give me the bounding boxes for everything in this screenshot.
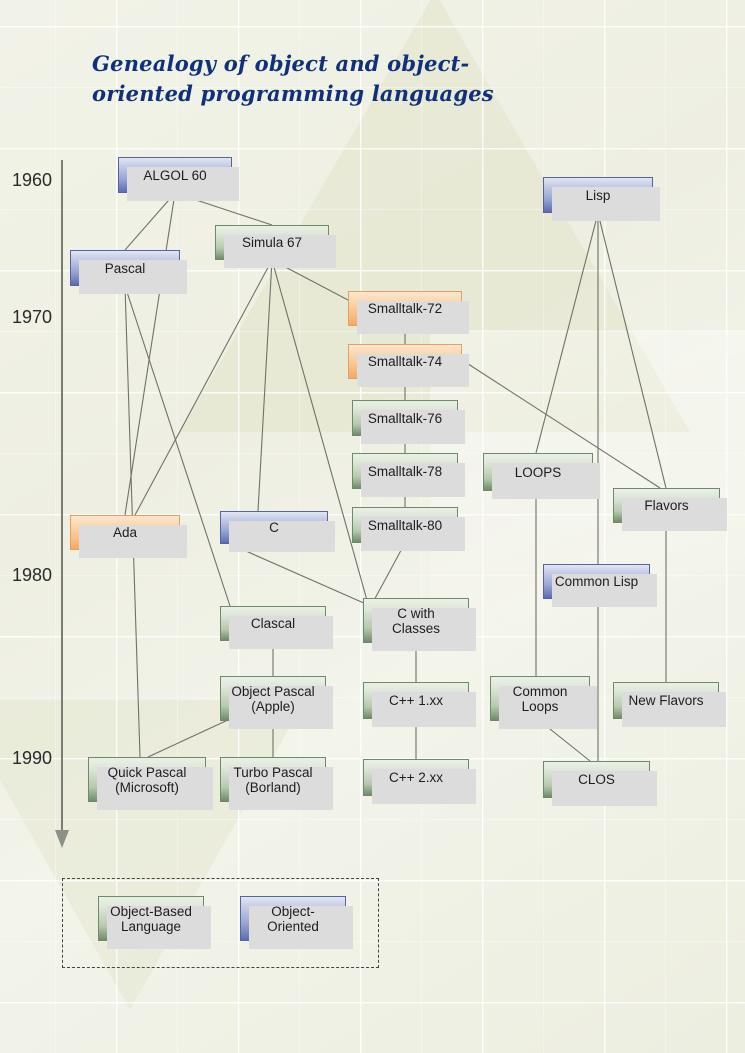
node-label: Quick Pascal (Microsoft): [107, 764, 187, 795]
edge-simula67-to-ada: [134, 259, 273, 516]
node-commonloops[interactable]: Common Loops: [490, 676, 597, 729]
node-label: New Flavors: [628, 693, 704, 708]
node-smalltalk80[interactable]: Smalltalk-80: [352, 507, 465, 551]
box-shadow: [229, 521, 335, 552]
node-label: Smalltalk-72: [367, 301, 443, 316]
node-c[interactable]: C: [220, 511, 335, 552]
node-ada[interactable]: Ada: [70, 515, 187, 558]
node-label: Flavors: [644, 498, 689, 513]
node-smalltalk76[interactable]: Smalltalk-76: [352, 400, 465, 444]
node-label: Turbo Pascal (Borland): [233, 764, 313, 795]
node-algol60[interactable]: ALGOL 60: [118, 157, 239, 201]
node-label: Common Loops: [512, 683, 568, 714]
node-label: C++ 1.xx: [388, 693, 444, 708]
node-label: Object- Oriented: [267, 903, 319, 934]
edge-pascal-to-clascal: [124, 285, 231, 607]
legend-item-object-oriented[interactable]: Object- Oriented: [240, 896, 353, 949]
diagram-canvas: Genealogy of object and object- oriented…: [0, 0, 745, 1053]
node-newflavors[interactable]: New Flavors: [613, 682, 726, 727]
node-label: Pascal: [104, 260, 146, 276]
node-label: C++ 2.xx: [388, 770, 444, 785]
edge-lisp-to-flavors: [597, 212, 667, 489]
node-objectpascal[interactable]: Object Pascal (Apple): [220, 676, 333, 729]
node-label: Smalltalk-80: [367, 517, 443, 533]
node-label: ALGOL 60: [143, 167, 207, 183]
node-label: Smalltalk-76: [367, 410, 443, 426]
legend-item-object-based-language[interactable]: Object-Based Language: [98, 896, 211, 949]
node-cpp2[interactable]: C++ 2.xx: [363, 759, 476, 804]
node-label: Object-Based Language: [110, 903, 192, 934]
node-flavors[interactable]: Flavors: [613, 488, 727, 531]
node-label: Object Pascal (Apple): [231, 683, 315, 714]
node-label: LOOPS: [514, 464, 562, 480]
node-cpp1[interactable]: C++ 1.xx: [363, 682, 476, 727]
node-clos[interactable]: CLOS: [543, 761, 657, 806]
edge-objectpascal-to-quickpascal: [147, 718, 231, 758]
node-lisp[interactable]: Lisp: [543, 177, 660, 221]
edge-smalltalk80-to-cwithclasses: [371, 542, 406, 605]
node-label: Clascal: [250, 616, 296, 631]
node-label: Common Lisp: [554, 574, 639, 589]
node-commonlisp[interactable]: Common Lisp: [543, 564, 657, 607]
node-quickpascal[interactable]: Quick Pascal (Microsoft): [88, 757, 213, 810]
node-smalltalk74[interactable]: Smalltalk-74: [348, 344, 469, 387]
node-pascal[interactable]: Pascal: [70, 250, 187, 294]
node-label: Simula 67: [241, 235, 303, 250]
node-smalltalk72[interactable]: Smalltalk-72: [348, 291, 469, 334]
node-label: Lisp: [585, 187, 611, 203]
node-turbopascal[interactable]: Turbo Pascal (Borland): [220, 757, 333, 810]
node-simula67[interactable]: Simula 67: [215, 225, 336, 268]
node-label: Ada: [112, 525, 138, 540]
node-cwithclasses[interactable]: C with Classes: [363, 598, 476, 651]
node-smalltalk78[interactable]: Smalltalk-78: [352, 453, 465, 497]
edge-simula67-to-c: [257, 259, 273, 512]
node-clascal[interactable]: Clascal: [220, 606, 333, 649]
edge-c-to-cwithclasses: [229, 543, 367, 605]
node-label: CLOS: [578, 772, 615, 787]
node-label: C with Classes: [391, 605, 440, 636]
node-label: C: [269, 520, 279, 535]
edge-lisp-to-loops: [535, 212, 599, 454]
node-label: Smalltalk-78: [367, 463, 443, 479]
node-loops[interactable]: LOOPS: [483, 453, 600, 499]
node-label: Smalltalk-74: [367, 354, 443, 369]
